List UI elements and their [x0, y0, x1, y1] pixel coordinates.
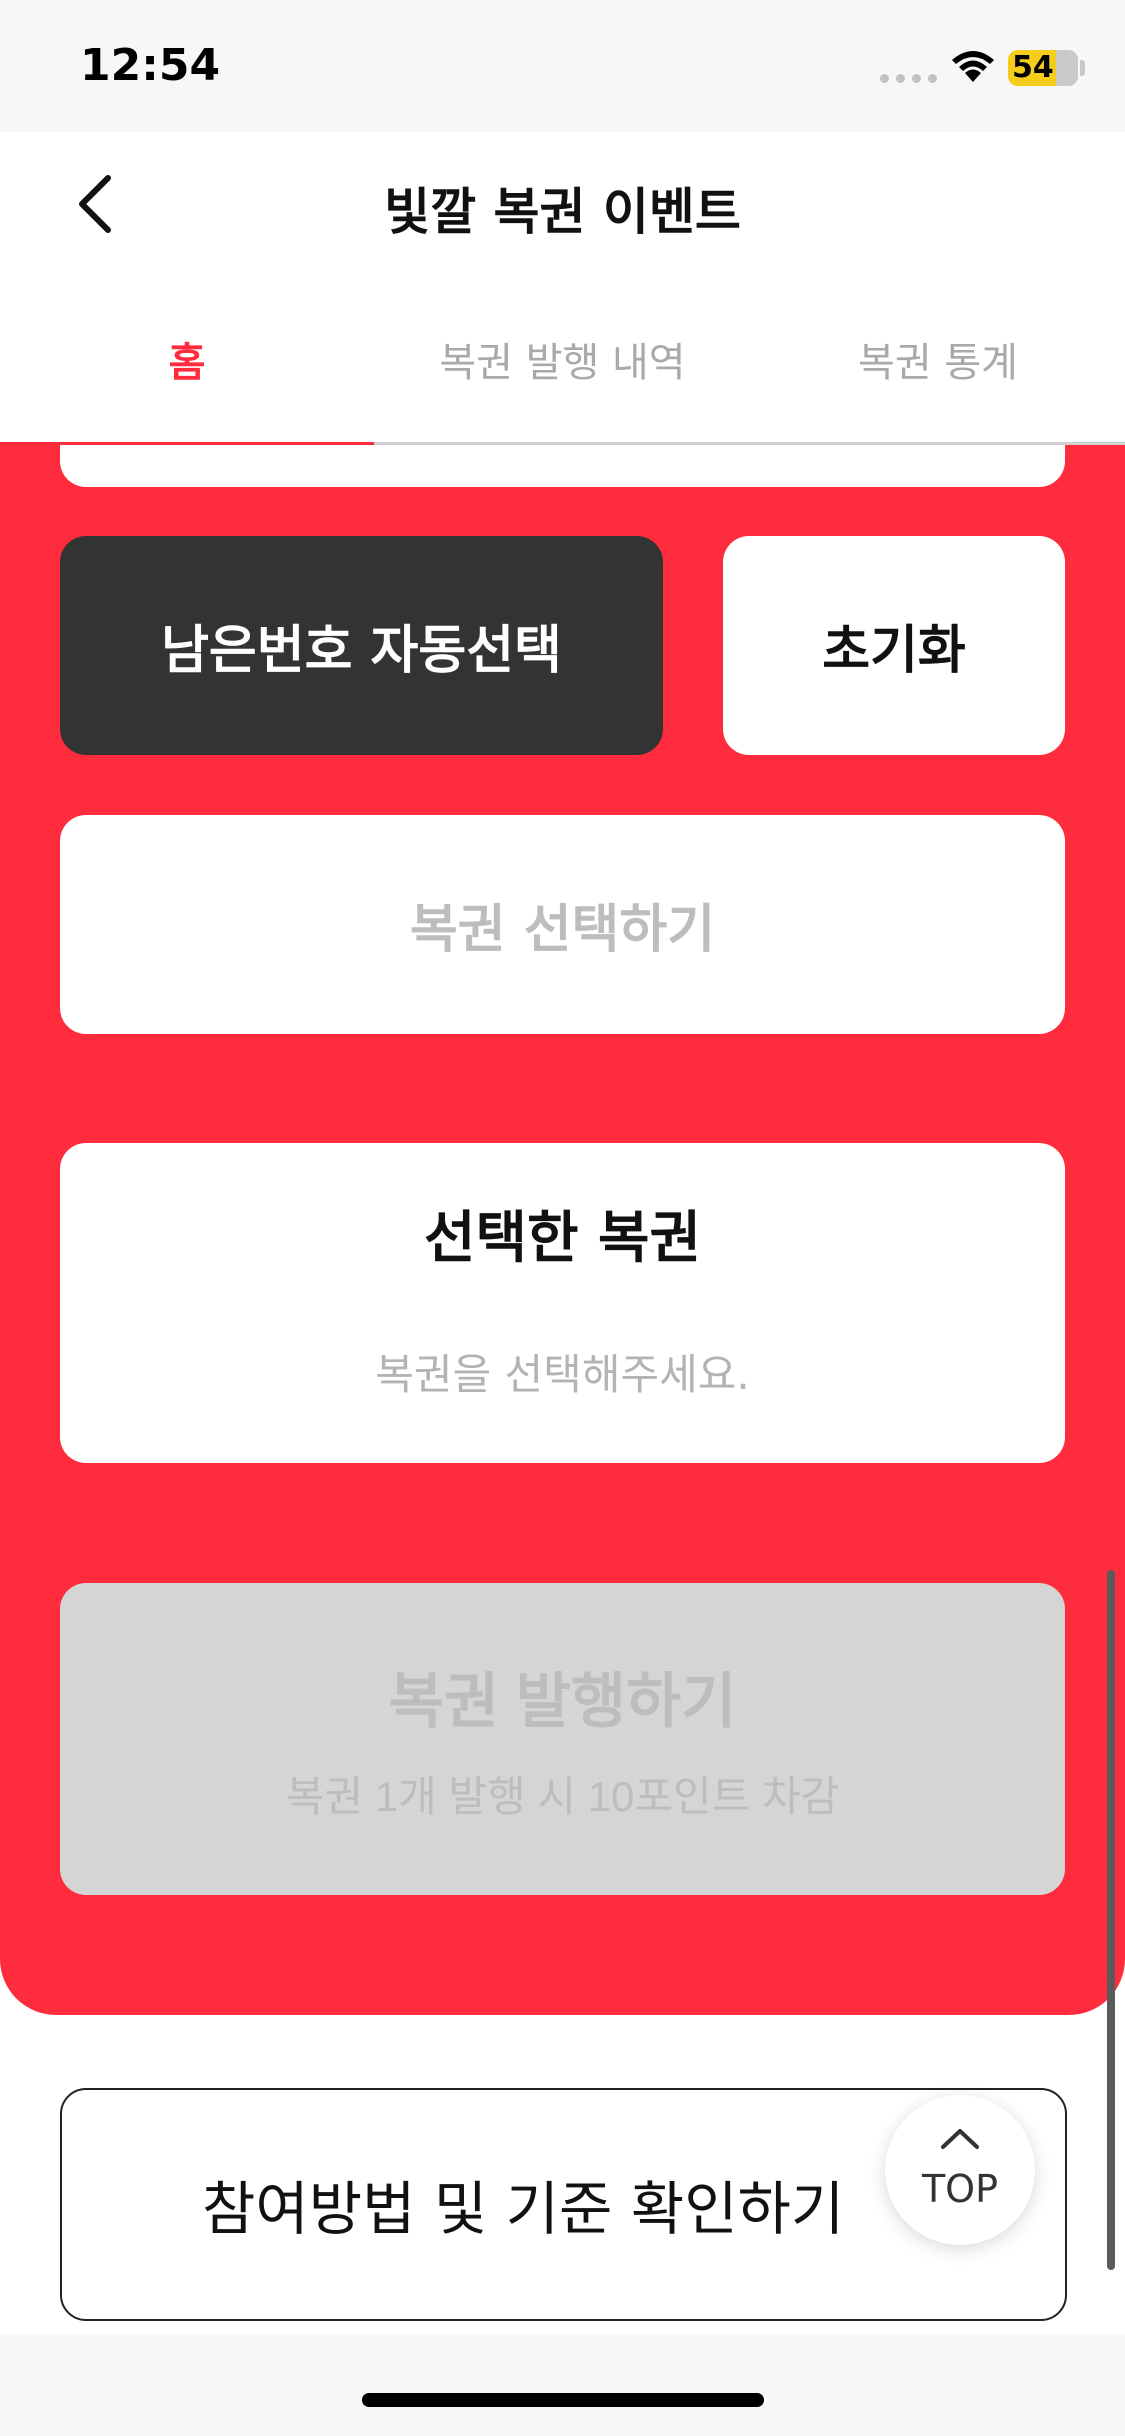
select-lottery-button[interactable]: 복권 선택하기 — [60, 815, 1065, 1034]
status-bar: 12:54 54 — [0, 0, 1125, 132]
tab-statistics[interactable]: 복권 통계 — [751, 330, 1125, 390]
chevron-up-icon — [941, 2129, 979, 2149]
number-grid-card — [60, 445, 1065, 487]
tab-issue-history[interactable]: 복권 발행 내역 — [374, 330, 751, 390]
selected-lottery-title: 선택한 복권 — [423, 1206, 702, 1271]
auto-select-button[interactable]: 남은번호 자동선택 — [60, 536, 663, 755]
wifi-icon — [952, 51, 994, 82]
lottery-panel: 남은번호 자동선택 초기화 복권 선택하기 선택한 복권 복권을 선택해주세요.… — [0, 445, 1125, 2015]
issue-lottery-button[interactable]: 복권 발행하기 복권 1개 발행 시 10포인트 차감 — [60, 1583, 1065, 1895]
page-title: 빛깔 복권 이벤트 — [384, 183, 741, 241]
selected-lottery-empty: 복권을 선택해주세요. — [375, 1350, 750, 1399]
bottom-safe-area — [0, 2334, 1125, 2436]
selected-lottery-card: 선택한 복권 복권을 선택해주세요. — [60, 1143, 1065, 1463]
battery-cap — [1080, 60, 1085, 76]
signal-icon — [880, 74, 937, 83]
reset-button[interactable]: 초기화 — [723, 536, 1065, 755]
battery-icon: 54 — [1008, 50, 1078, 86]
scroll-top-label: TOP — [921, 2167, 999, 2211]
header: 빛깔 복권 이벤트 — [0, 132, 1125, 282]
home-indicator[interactable] — [362, 2393, 764, 2407]
issue-lottery-subtext: 복권 1개 발행 시 10포인트 차감 — [285, 1773, 840, 1820]
tab-home[interactable]: 홈 — [0, 330, 374, 390]
scrollbar[interactable] — [1107, 1570, 1115, 2270]
status-time: 12:54 — [80, 40, 221, 91]
howto-label: 참여방법 및 기준 확인하기 — [202, 2175, 845, 2243]
tab-bar: 홈 복권 발행 내역 복권 통계 — [0, 282, 1125, 447]
scroll-top-button[interactable]: TOP — [885, 2095, 1035, 2245]
battery-level: 54 — [1012, 50, 1054, 85]
issue-lottery-label: 복권 발행하기 — [388, 1668, 737, 1735]
